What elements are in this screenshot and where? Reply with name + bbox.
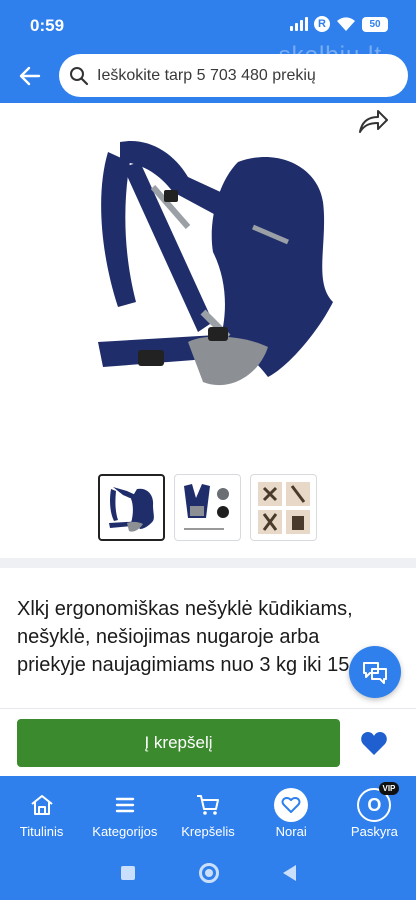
nav-label-home: Titulinis	[19, 824, 64, 839]
thumbnail-2[interactable]	[174, 474, 241, 541]
vip-badge: VIP	[378, 782, 400, 795]
thumbnail-strip	[98, 474, 317, 541]
back-button[interactable]	[12, 58, 48, 94]
thumbnail-carrier-colors-image	[183, 483, 229, 530]
back-system-button[interactable]	[282, 865, 296, 881]
signal-icon	[290, 17, 308, 31]
share-button[interactable]	[357, 107, 389, 135]
arrow-left-icon	[19, 66, 41, 86]
nav-label-categories: Kategorijos	[92, 824, 158, 839]
bottom-navigation: Titulinis Kategorijos Krepšelis Norai O …	[0, 776, 416, 846]
header: 0:59 R 50 skelbiu.lt	[0, 0, 416, 103]
search-icon	[70, 66, 89, 85]
recents-button[interactable]	[120, 866, 135, 880]
status-icons: R 50	[290, 16, 388, 32]
battery-icon: 50	[362, 16, 388, 32]
baby-carrier-image	[98, 141, 333, 386]
thumbnail-1[interactable]	[98, 474, 165, 541]
chat-bubbles-icon	[363, 662, 387, 684]
thumbnail-3[interactable]	[250, 474, 317, 541]
system-navigation	[0, 846, 416, 900]
section-divider	[0, 558, 416, 568]
search-bar[interactable]	[59, 54, 408, 97]
add-to-cart-button[interactable]: Į krepšelį	[17, 719, 340, 767]
account-icon: O VIP	[357, 782, 400, 822]
home-icon	[30, 795, 53, 815]
heart-filled-icon	[361, 732, 387, 755]
nav-item-wishlist[interactable]: Norai	[250, 776, 333, 846]
nav-item-home[interactable]: Titulinis	[0, 776, 83, 846]
status-time: 0:59	[30, 16, 65, 35]
nav-item-categories[interactable]: Kategorijos	[83, 776, 166, 846]
nav-label-account: Paskyra	[350, 824, 398, 839]
nav-label-wishlist: Norai	[275, 824, 307, 839]
account-initial: O	[367, 794, 382, 815]
nav-item-account[interactable]: O VIP Paskyra	[333, 776, 416, 846]
heart-icon	[281, 797, 301, 813]
nav-label-cart: Krepšelis	[181, 824, 235, 839]
product-title: Xlkj ergonomiškas nešyklė kūdikiams, neš…	[17, 598, 377, 676]
menu-icon	[115, 797, 134, 813]
product-image[interactable]	[78, 132, 348, 402]
chat-button[interactable]	[349, 646, 401, 698]
action-bar: Į krepšelį	[0, 708, 416, 776]
nav-item-cart[interactable]: Krepšelis	[166, 776, 249, 846]
screen: 0:59 R 50 skelbiu.lt	[0, 0, 416, 900]
wishlist-circle	[274, 788, 309, 822]
share-icon	[359, 110, 388, 133]
home-system-button[interactable]	[198, 863, 219, 883]
cart-icon	[197, 795, 219, 815]
thumbnail-carrier-image	[108, 486, 154, 532]
r-badge-icon: R	[314, 16, 330, 32]
wifi-icon	[337, 17, 355, 31]
favorite-button[interactable]	[356, 727, 392, 759]
search-input[interactable]	[97, 66, 397, 85]
thumbnail-carrier-usage-image	[257, 481, 310, 534]
